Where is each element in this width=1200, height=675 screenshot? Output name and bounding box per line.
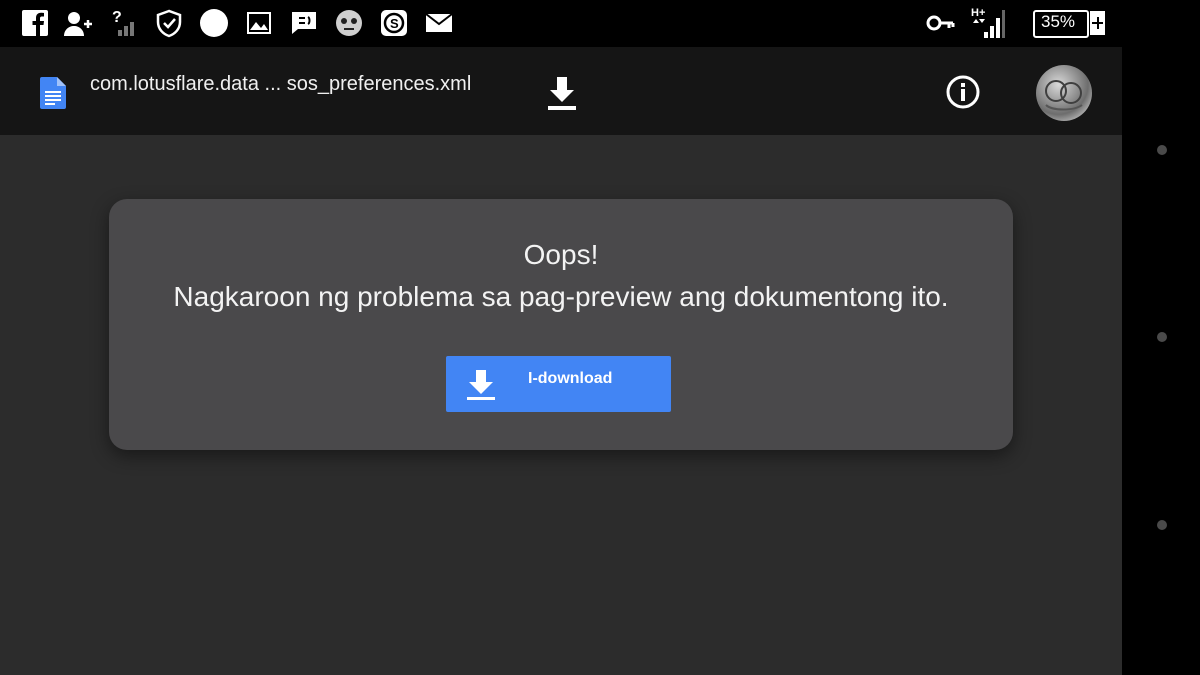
- download-icon: [466, 368, 496, 402]
- file-name: com.lotusflare.data ... sos_preferences.…: [90, 73, 472, 95]
- download-icon: [548, 77, 576, 110]
- no-signal-icon: ?: [110, 8, 140, 38]
- facebook-icon: [20, 8, 50, 38]
- app-bar: com.lotusflare.data ... sos_preferences.…: [0, 47, 1122, 135]
- doc-icon: [40, 77, 66, 109]
- signal-icon: H+: [970, 4, 1006, 40]
- battery-percent: 35%: [1041, 12, 1076, 31]
- download-button[interactable]: [544, 73, 580, 113]
- error-card: Oops! Nagkaroon ng problema sa pag-previ…: [109, 199, 1013, 450]
- nav-dot-middle[interactable]: [1157, 332, 1167, 342]
- face-icon: [334, 8, 364, 38]
- svg-text:S: S: [390, 16, 399, 31]
- error-message: Nagkaroon ng problema sa pag-preview ang…: [173, 281, 949, 312]
- info-icon: [946, 75, 980, 109]
- download-file-button[interactable]: I-download: [446, 356, 671, 412]
- image-icon: [244, 8, 274, 38]
- battery-icon: 35%: [1033, 10, 1105, 38]
- circle-icon: [199, 8, 229, 38]
- message-icon: [289, 8, 319, 38]
- status-bar: ? S H+ 35%: [0, 0, 1122, 47]
- svg-text:?: ?: [112, 9, 122, 26]
- nav-dot-bottom[interactable]: [1157, 520, 1167, 530]
- download-button-label: I-download: [528, 370, 613, 387]
- s-app-icon: S: [379, 8, 409, 38]
- avatar[interactable]: [1036, 65, 1092, 121]
- key-icon: [925, 8, 955, 38]
- mail-icon: [424, 8, 454, 38]
- nav-dot-top[interactable]: [1157, 145, 1167, 155]
- shield-icon: [154, 8, 184, 38]
- info-button[interactable]: [944, 73, 982, 111]
- navigation-bar: [1122, 0, 1200, 675]
- add-contact-icon: [62, 8, 92, 38]
- error-title: Oops!: [523, 239, 599, 270]
- network-type-label: H+: [971, 7, 985, 19]
